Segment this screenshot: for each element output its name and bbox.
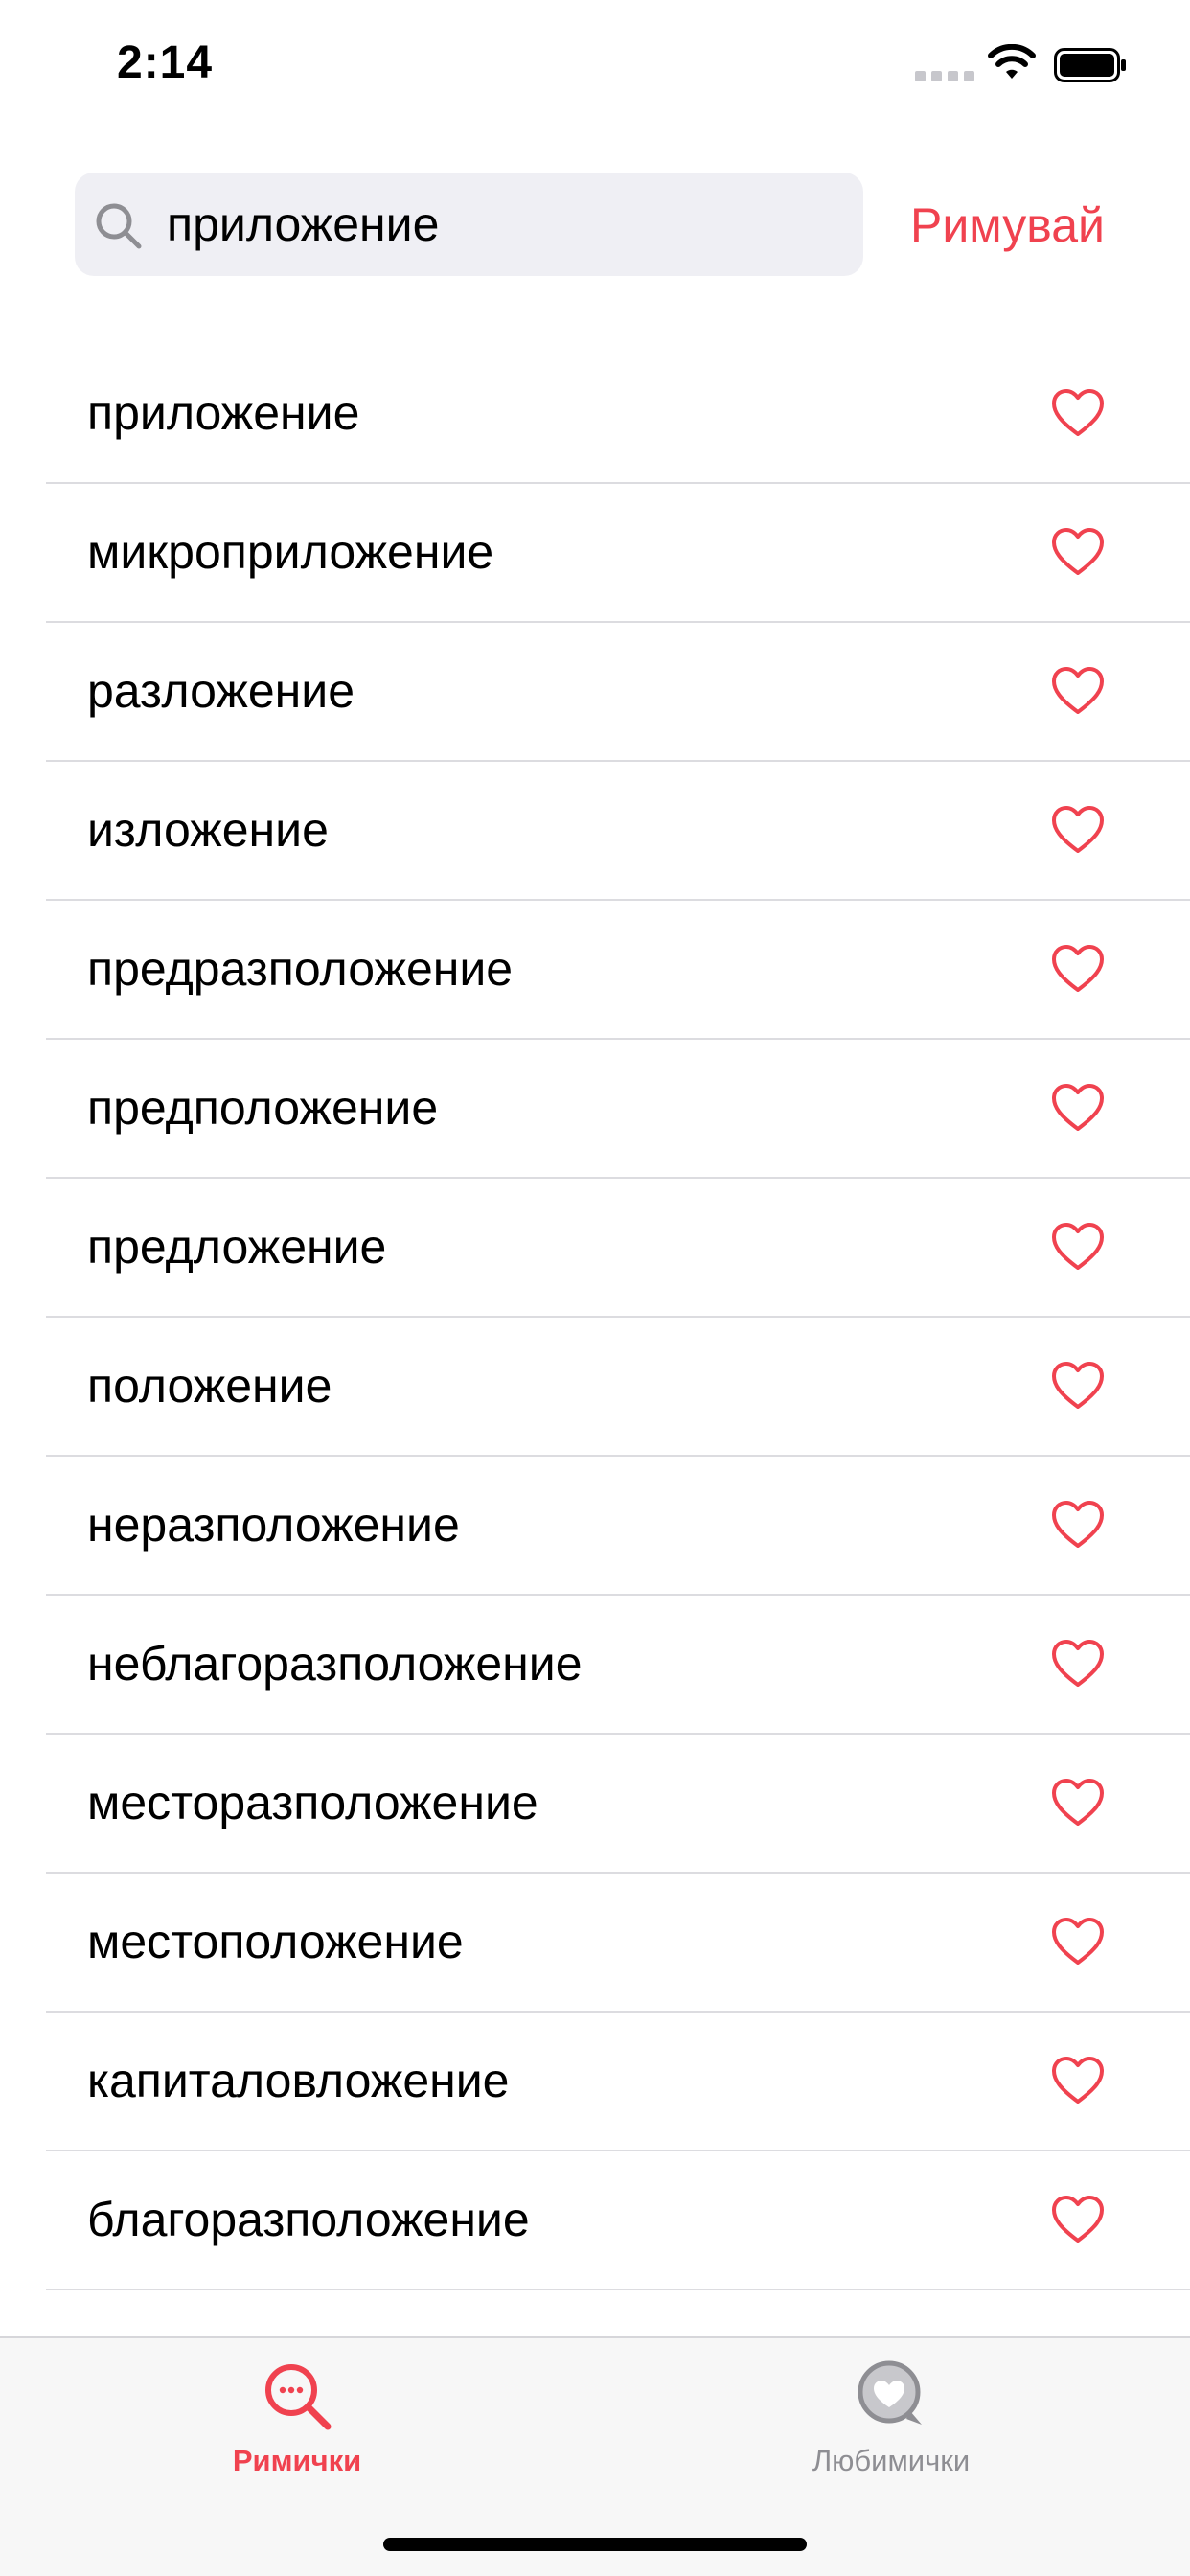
result-word: положение [87,1359,332,1413]
list-item[interactable]: изложение [46,762,1190,901]
result-word: капиталовложение [87,2054,510,2107]
heart-icon[interactable] [1050,2194,1106,2245]
result-word: неблагоразположение [87,1637,583,1690]
list-item[interactable]: разложение [46,623,1190,762]
heart-icon[interactable] [1050,1499,1106,1551]
status-time: 2:14 [117,37,214,88]
list-item[interactable]: месторазположение [46,1735,1190,1874]
tab-label: Любимички [812,2444,971,2477]
list-item[interactable]: благоразположение [46,2151,1190,2290]
result-word: месторазположение [87,1776,538,1829]
heart-icon[interactable] [1050,1221,1106,1273]
result-word: благоразположение [87,2193,530,2246]
heart-icon[interactable] [1050,943,1106,995]
heart-icon[interactable] [1050,1082,1106,1134]
list-item[interactable]: неблагоразположение [46,1596,1190,1735]
result-word: предположение [87,1081,439,1135]
heart-icon[interactable] [1050,804,1106,856]
list-item[interactable]: положение [46,1318,1190,1457]
result-word: предложение [87,1220,387,1274]
favorites-heart-icon [858,2360,922,2425]
search-icon [96,203,142,249]
heart-icon[interactable] [1050,2055,1106,2106]
heart-icon[interactable] [1050,1777,1106,1828]
cellular-signal-icon [915,71,974,81]
list-item[interactable]: неразположение [46,1457,1190,1596]
home-indicator[interactable] [383,2538,807,2551]
heart-icon[interactable] [1050,1360,1106,1412]
result-word: местоположение [87,1915,464,1968]
result-word: изложение [87,803,329,857]
heart-icon[interactable] [1050,1916,1106,1967]
tab-favorites[interactable]: Любимички [747,2358,1035,2501]
tab-rhymes[interactable]: Римички [153,2358,441,2501]
heart-icon[interactable] [1050,387,1106,439]
result-word: приложение [87,386,360,440]
tab-label: Римички [232,2444,362,2477]
result-word: неразположение [87,1498,460,1552]
search-field[interactable] [75,172,863,276]
heart-icon[interactable] [1050,526,1106,578]
wifi-icon [988,44,1036,79]
result-word: предразположение [87,942,514,996]
results-list: приложение микроприложение разложение из… [0,345,1190,2290]
list-item[interactable]: микроприложение [46,484,1190,623]
rhymes-search-icon [265,2364,332,2430]
heart-icon[interactable] [1050,665,1106,717]
search-input[interactable] [167,172,837,276]
screen: 2:14 Римувай приложение микроприложе [0,0,1190,2576]
list-item[interactable]: местоположение [46,1874,1190,2012]
result-word: микроприложение [87,525,494,579]
list-item[interactable]: приложение [46,345,1190,484]
list-item[interactable]: предположение [46,1040,1190,1179]
result-word: разложение [87,664,355,718]
list-item[interactable]: капиталовложение [46,2012,1190,2151]
rhyme-button[interactable]: Римувай [910,192,1105,259]
heart-icon[interactable] [1050,1638,1106,1690]
status-bar: 2:14 [0,0,1190,126]
battery-icon [1054,48,1126,82]
list-item[interactable]: предразположение [46,901,1190,1040]
list-item[interactable]: предложение [46,1179,1190,1318]
